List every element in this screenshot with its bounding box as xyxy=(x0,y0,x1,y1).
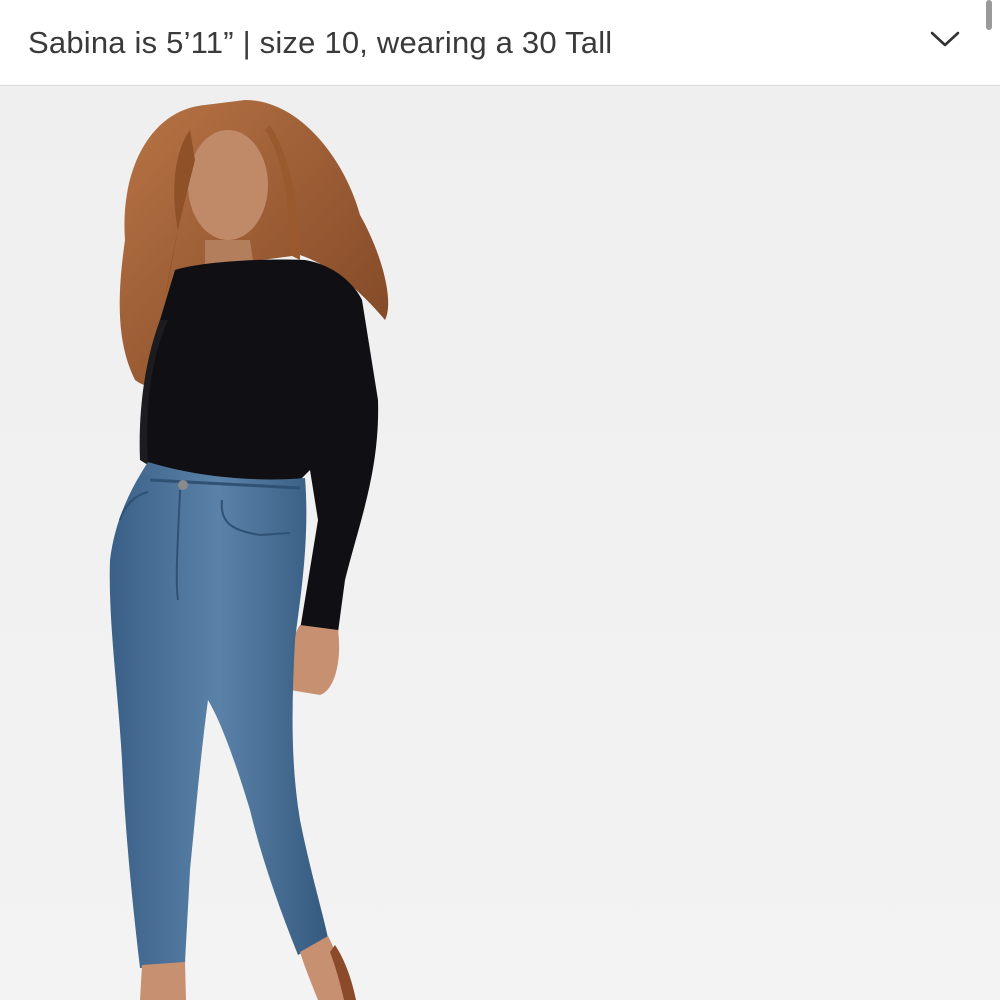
product-photo xyxy=(0,87,1000,1000)
scrollbar-thumb[interactable] xyxy=(986,0,992,30)
blue-jeans xyxy=(109,462,328,968)
face xyxy=(188,130,268,240)
model-figure xyxy=(109,100,389,1000)
chevron-down-icon[interactable] xyxy=(928,22,962,56)
model-size-info: Sabina is 5’11” | size 10, wearing a 30 … xyxy=(28,24,613,60)
size-info-header[interactable]: Sabina is 5’11” | size 10, wearing a 30 … xyxy=(0,0,1000,86)
